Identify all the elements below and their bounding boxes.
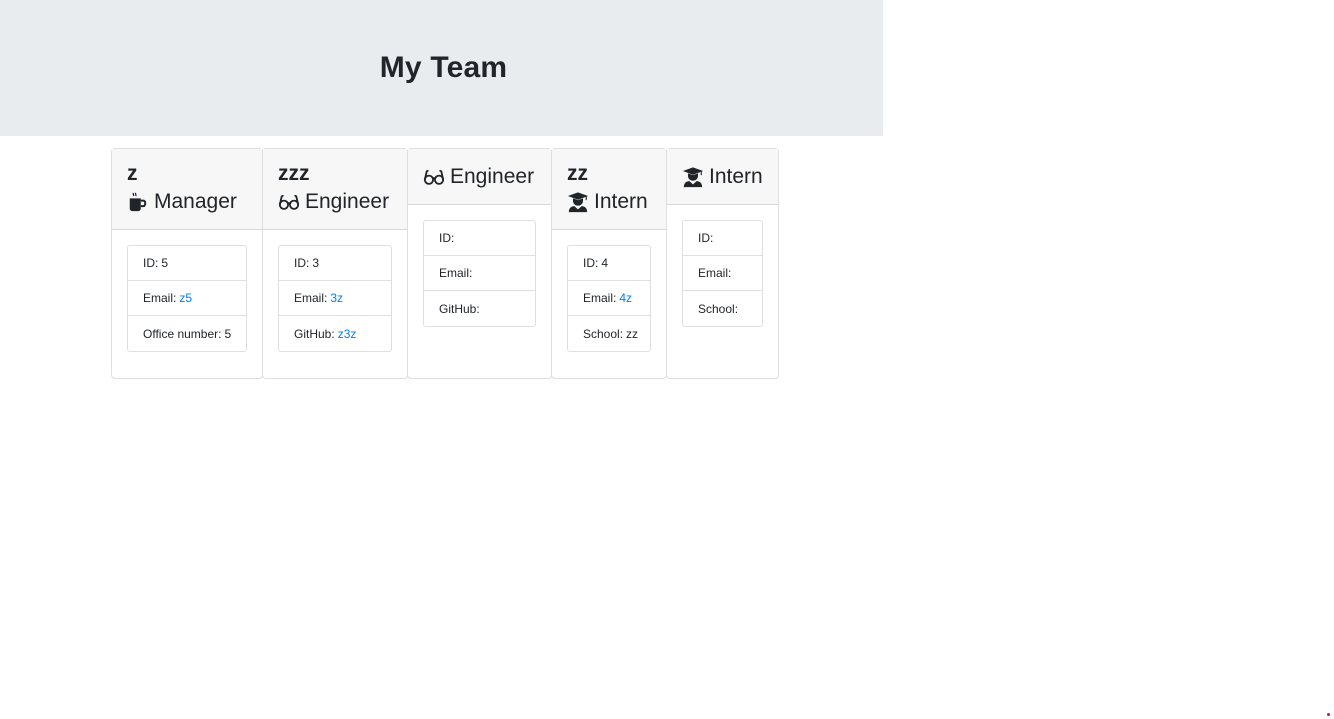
card-header: zz Intern (552, 149, 666, 230)
page-title: My Team (379, 51, 508, 84)
id-value: 4 (601, 256, 609, 270)
role-label: Manager (154, 190, 237, 213)
card-body: ID: 3 Email: 3z GitHub: z3z (263, 230, 407, 367)
school-item: School: zz (568, 316, 650, 351)
github-item: GitHub: (424, 291, 535, 326)
email-item: Email: (683, 256, 762, 291)
employee-card-intern: Intern ID: Email: School: (666, 148, 779, 379)
details-list: ID: Email: School: (682, 220, 763, 327)
email-label: Email: (583, 291, 617, 305)
details-list: ID: 5 Email: z5 Office number: 5 (127, 245, 247, 352)
employee-name: z (127, 162, 138, 185)
id-label: ID: (439, 231, 455, 245)
school-item: School: (683, 291, 762, 326)
email-label: Email: (698, 266, 732, 280)
email-item: Email: 3z (279, 281, 391, 316)
employee-role: Engineer (423, 162, 536, 192)
card-header: z Manager (112, 149, 262, 230)
email-item: Email: 4z (568, 281, 650, 316)
employee-name: zz (567, 162, 588, 185)
role-label: Engineer (450, 165, 535, 188)
card-body: ID: 4 Email: 4z School: zz (552, 230, 666, 367)
details-list: ID: 3 Email: 3z GitHub: z3z (278, 245, 392, 352)
card-header: zzz Engineer (263, 149, 407, 230)
email-link[interactable]: z5 (179, 291, 192, 305)
employee-role: Manager (127, 187, 247, 217)
github-link[interactable]: z3z (338, 327, 357, 341)
role-label: Intern (709, 165, 763, 188)
office-number-label: Office number: (143, 326, 222, 341)
github-label: GitHub: (439, 301, 480, 316)
employee-role: Intern (567, 187, 651, 217)
office-number-value: 5 (224, 326, 232, 341)
card-body: ID: Email: School: (667, 205, 778, 342)
employee-card-engineer: Engineer ID: Email: GitHub: (407, 148, 552, 379)
employee-role: Engineer (278, 187, 392, 217)
email-label: Email: (143, 291, 177, 305)
id-label: ID: (583, 256, 599, 270)
github-label: GitHub: (294, 326, 335, 341)
graduate-icon (682, 167, 704, 188)
glasses-icon (423, 169, 445, 185)
graduate-icon (567, 192, 589, 213)
email-link[interactable]: 4z (619, 291, 632, 305)
id-item: ID: 5 (128, 246, 246, 281)
id-item: ID: 4 (568, 246, 650, 281)
corner-indicator-dot (1327, 713, 1330, 716)
employee-name: zzz (278, 162, 310, 185)
id-value: 3 (312, 256, 320, 270)
card-header: Engineer (408, 149, 551, 205)
school-value: zz (626, 326, 639, 341)
github-item: GitHub: z3z (279, 316, 391, 351)
details-list: ID: Email: GitHub: (423, 220, 536, 327)
card-header: Intern (667, 149, 778, 205)
email-label: Email: (294, 291, 328, 305)
employee-card-intern: zz Intern ID: 4 Email: 4z School: zz (551, 148, 667, 379)
id-item: ID: 3 (279, 246, 391, 281)
id-label: ID: (698, 231, 714, 245)
page-header: My Team (0, 0, 883, 136)
id-label: ID: (143, 256, 159, 270)
mug-icon (129, 192, 147, 212)
school-label: School: (583, 326, 624, 341)
team-cards: z Manager ID: 5 Email: z5 Office number:… (111, 148, 779, 379)
id-item: ID: (683, 221, 762, 256)
details-list: ID: 4 Email: 4z School: zz (567, 245, 651, 352)
email-item: Email: z5 (128, 281, 246, 316)
employee-role: Intern (682, 162, 763, 192)
email-label: Email: (439, 266, 473, 280)
office-number-item: Office number: 5 (128, 316, 246, 351)
id-value: 5 (161, 256, 169, 270)
card-body: ID: 5 Email: z5 Office number: 5 (112, 230, 262, 367)
glasses-icon (278, 194, 300, 210)
card-body: ID: Email: GitHub: (408, 205, 551, 342)
role-label: Engineer (305, 190, 390, 213)
school-label: School: (698, 301, 739, 316)
role-label: Intern (594, 190, 648, 213)
employee-card-manager: z Manager ID: 5 Email: z5 Office number:… (111, 148, 263, 379)
id-item: ID: (424, 221, 535, 256)
id-label: ID: (294, 256, 310, 270)
email-link[interactable]: 3z (330, 291, 343, 305)
employee-card-engineer: zzz Engineer ID: 3 Email: 3z GitHub: z3z (262, 148, 408, 379)
email-item: Email: (424, 256, 535, 291)
